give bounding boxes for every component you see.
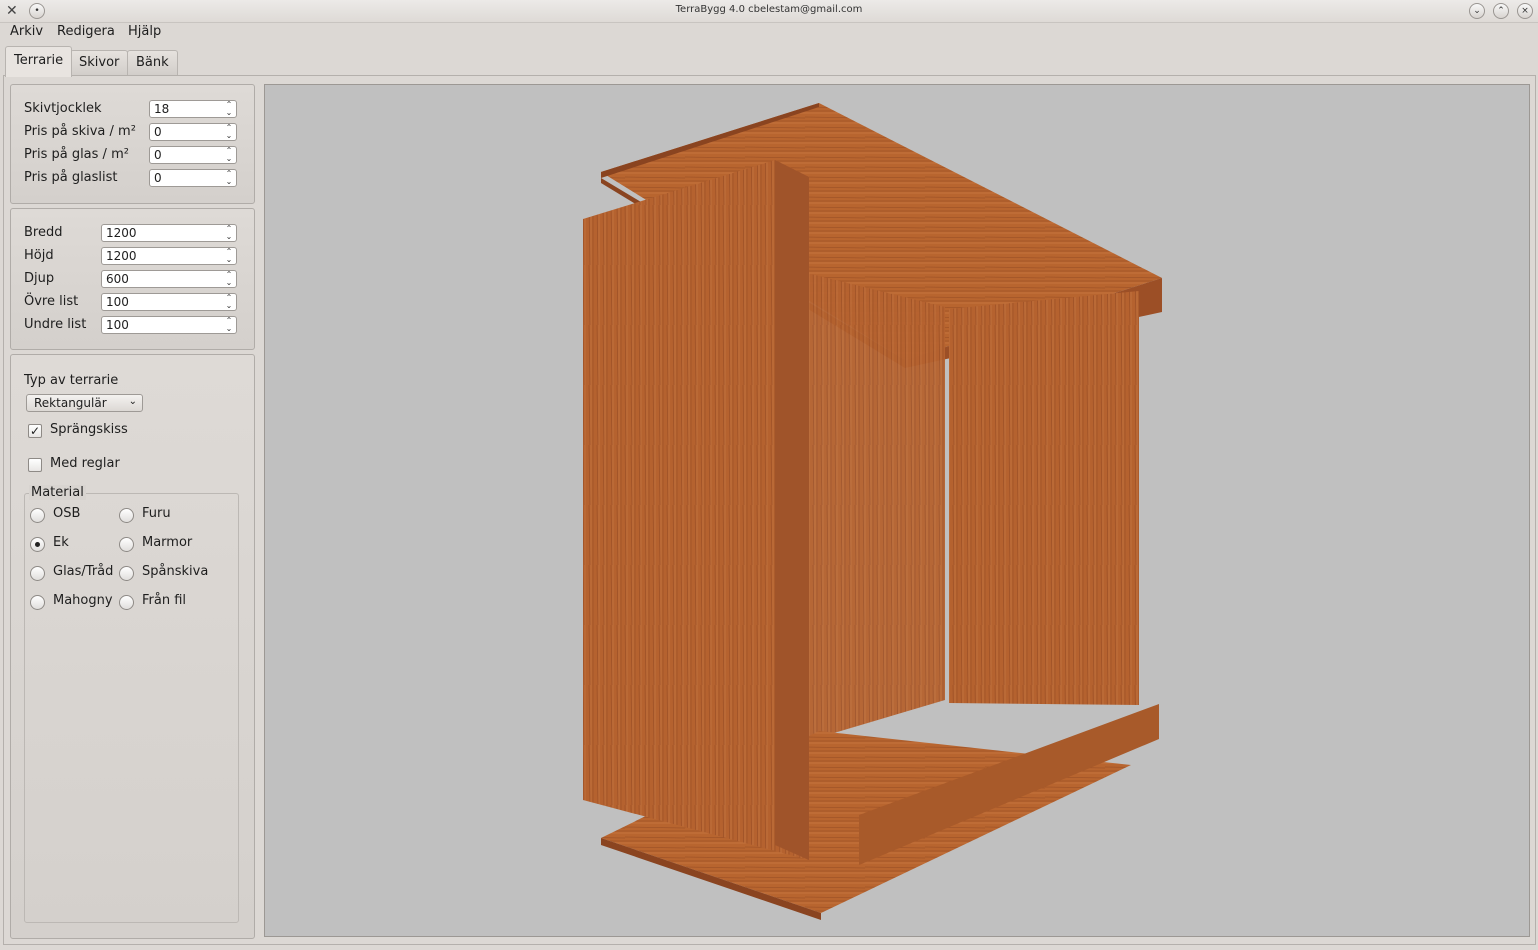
spin-arrows-icon[interactable]: ⌃ ⌄ xyxy=(224,317,234,333)
back-panel xyxy=(807,273,945,741)
label-ek: Ek xyxy=(53,535,69,550)
label-height: Höjd xyxy=(24,248,54,263)
label-glass-price: Pris på glas / m² xyxy=(24,147,129,162)
upper-strip-spinbox[interactable]: 100 ⌃ ⌄ xyxy=(101,293,237,311)
label-depth: Djup xyxy=(24,271,55,286)
tab-terrarie[interactable]: Terrarie xyxy=(5,46,73,77)
label-exploded-view: Sprängskiss xyxy=(50,422,128,437)
minimize-button[interactable]: ⌄ xyxy=(1469,3,1485,19)
width-spinbox[interactable]: 1200 ⌃ ⌄ xyxy=(101,224,237,242)
board-price-spinbox[interactable]: 0 ⌃ ⌄ xyxy=(149,123,237,141)
tab-skivor[interactable]: Skivor xyxy=(70,50,129,75)
material-legend: Material xyxy=(29,485,86,500)
radio-glas-trad[interactable] xyxy=(30,566,45,581)
material-fieldset xyxy=(24,493,239,923)
label-thickness: Skivtjocklek xyxy=(24,101,102,116)
label-lower-strip: Undre list xyxy=(24,317,87,332)
window-title: TerraBygg 4.0 cbelestam@gmail.com xyxy=(675,4,863,15)
radio-spanskiva[interactable] xyxy=(119,566,134,581)
radio-selected-icon xyxy=(35,542,40,547)
spin-arrows-icon[interactable]: ⌃ ⌄ xyxy=(224,101,234,117)
label-mahogny: Mahogny xyxy=(53,593,113,608)
label-spanskiva: Spånskiva xyxy=(142,564,209,579)
height-spinbox[interactable]: 1200 ⌃ ⌄ xyxy=(101,247,237,265)
exploded-view-checkbox[interactable]: ✓ xyxy=(28,424,42,438)
thickness-spinbox[interactable]: 18 ⌃ ⌄ xyxy=(149,100,237,118)
close-button[interactable]: × xyxy=(1517,3,1533,19)
lower-strip-spinbox[interactable]: 100 ⌃ ⌄ xyxy=(101,316,237,334)
spin-arrows-icon[interactable]: ⌃ ⌄ xyxy=(224,225,234,241)
label-osb: OSB xyxy=(53,506,81,521)
tab-bank[interactable]: Bänk xyxy=(127,50,178,75)
label-terrarium-type: Typ av terrarie xyxy=(24,373,119,388)
menu-redigera[interactable]: Redigera xyxy=(57,24,115,39)
label-furu: Furu xyxy=(142,506,171,521)
spin-arrows-icon[interactable]: ⌃ ⌄ xyxy=(224,248,234,264)
glass-price-spinbox[interactable]: 0 ⌃ ⌄ xyxy=(149,146,237,164)
label-glas-trad: Glas/Tråd xyxy=(53,564,114,579)
glass-strip-price-spinbox[interactable]: 0 ⌃ ⌄ xyxy=(149,169,237,187)
spin-arrows-icon[interactable]: ⌃ ⌄ xyxy=(224,124,234,140)
radio-mahogny[interactable] xyxy=(30,595,45,610)
terrarium-3d-render xyxy=(583,103,1162,920)
tab-bar: Terrarie Skivor Bänk xyxy=(0,44,1538,77)
label-fran-fil: Från fil xyxy=(142,593,187,608)
label-marmor: Marmor xyxy=(142,535,193,550)
radio-furu[interactable] xyxy=(119,508,134,523)
label-studs: Med reglar xyxy=(50,456,120,471)
menu-hjalp[interactable]: Hjälp xyxy=(128,24,161,39)
spin-arrows-icon[interactable]: ⌃ ⌄ xyxy=(224,294,234,310)
depth-spinbox[interactable]: 600 ⌃ ⌄ xyxy=(101,270,237,288)
label-width: Bredd xyxy=(24,225,63,240)
right-side-panel xyxy=(949,291,1139,705)
spin-arrows-icon[interactable]: ⌃ ⌄ xyxy=(224,271,234,287)
radio-fran-fil[interactable] xyxy=(119,595,134,610)
label-board-price: Pris på skiva / m² xyxy=(24,124,136,139)
studs-checkbox[interactable] xyxy=(28,458,42,472)
terrarium-type-select[interactable]: Rektangulär ⌄ xyxy=(26,394,143,412)
spin-arrows-icon[interactable]: ⌃ ⌄ xyxy=(224,147,234,163)
radio-marmor[interactable] xyxy=(119,537,134,552)
radio-osb[interactable] xyxy=(30,508,45,523)
maximize-button[interactable]: ⌃ xyxy=(1493,3,1509,19)
3d-viewport[interactable] xyxy=(264,84,1530,937)
chevron-down-icon: ⌄ xyxy=(128,396,137,407)
menu-arkiv[interactable]: Arkiv xyxy=(10,24,43,39)
left-side-panel xyxy=(583,160,809,860)
label-glass-strip-price: Pris på glaslist xyxy=(24,170,118,185)
radio-ek[interactable] xyxy=(30,537,45,552)
spin-arrows-icon[interactable]: ⌃ ⌄ xyxy=(224,170,234,186)
menu-bar: Arkiv Redigera Hjälp xyxy=(0,22,1538,44)
title-bar: ✕ • TerraBygg 4.0 cbelestam@gmail.com ⌄ … xyxy=(0,0,1538,23)
label-upper-strip: Övre list xyxy=(24,294,79,309)
